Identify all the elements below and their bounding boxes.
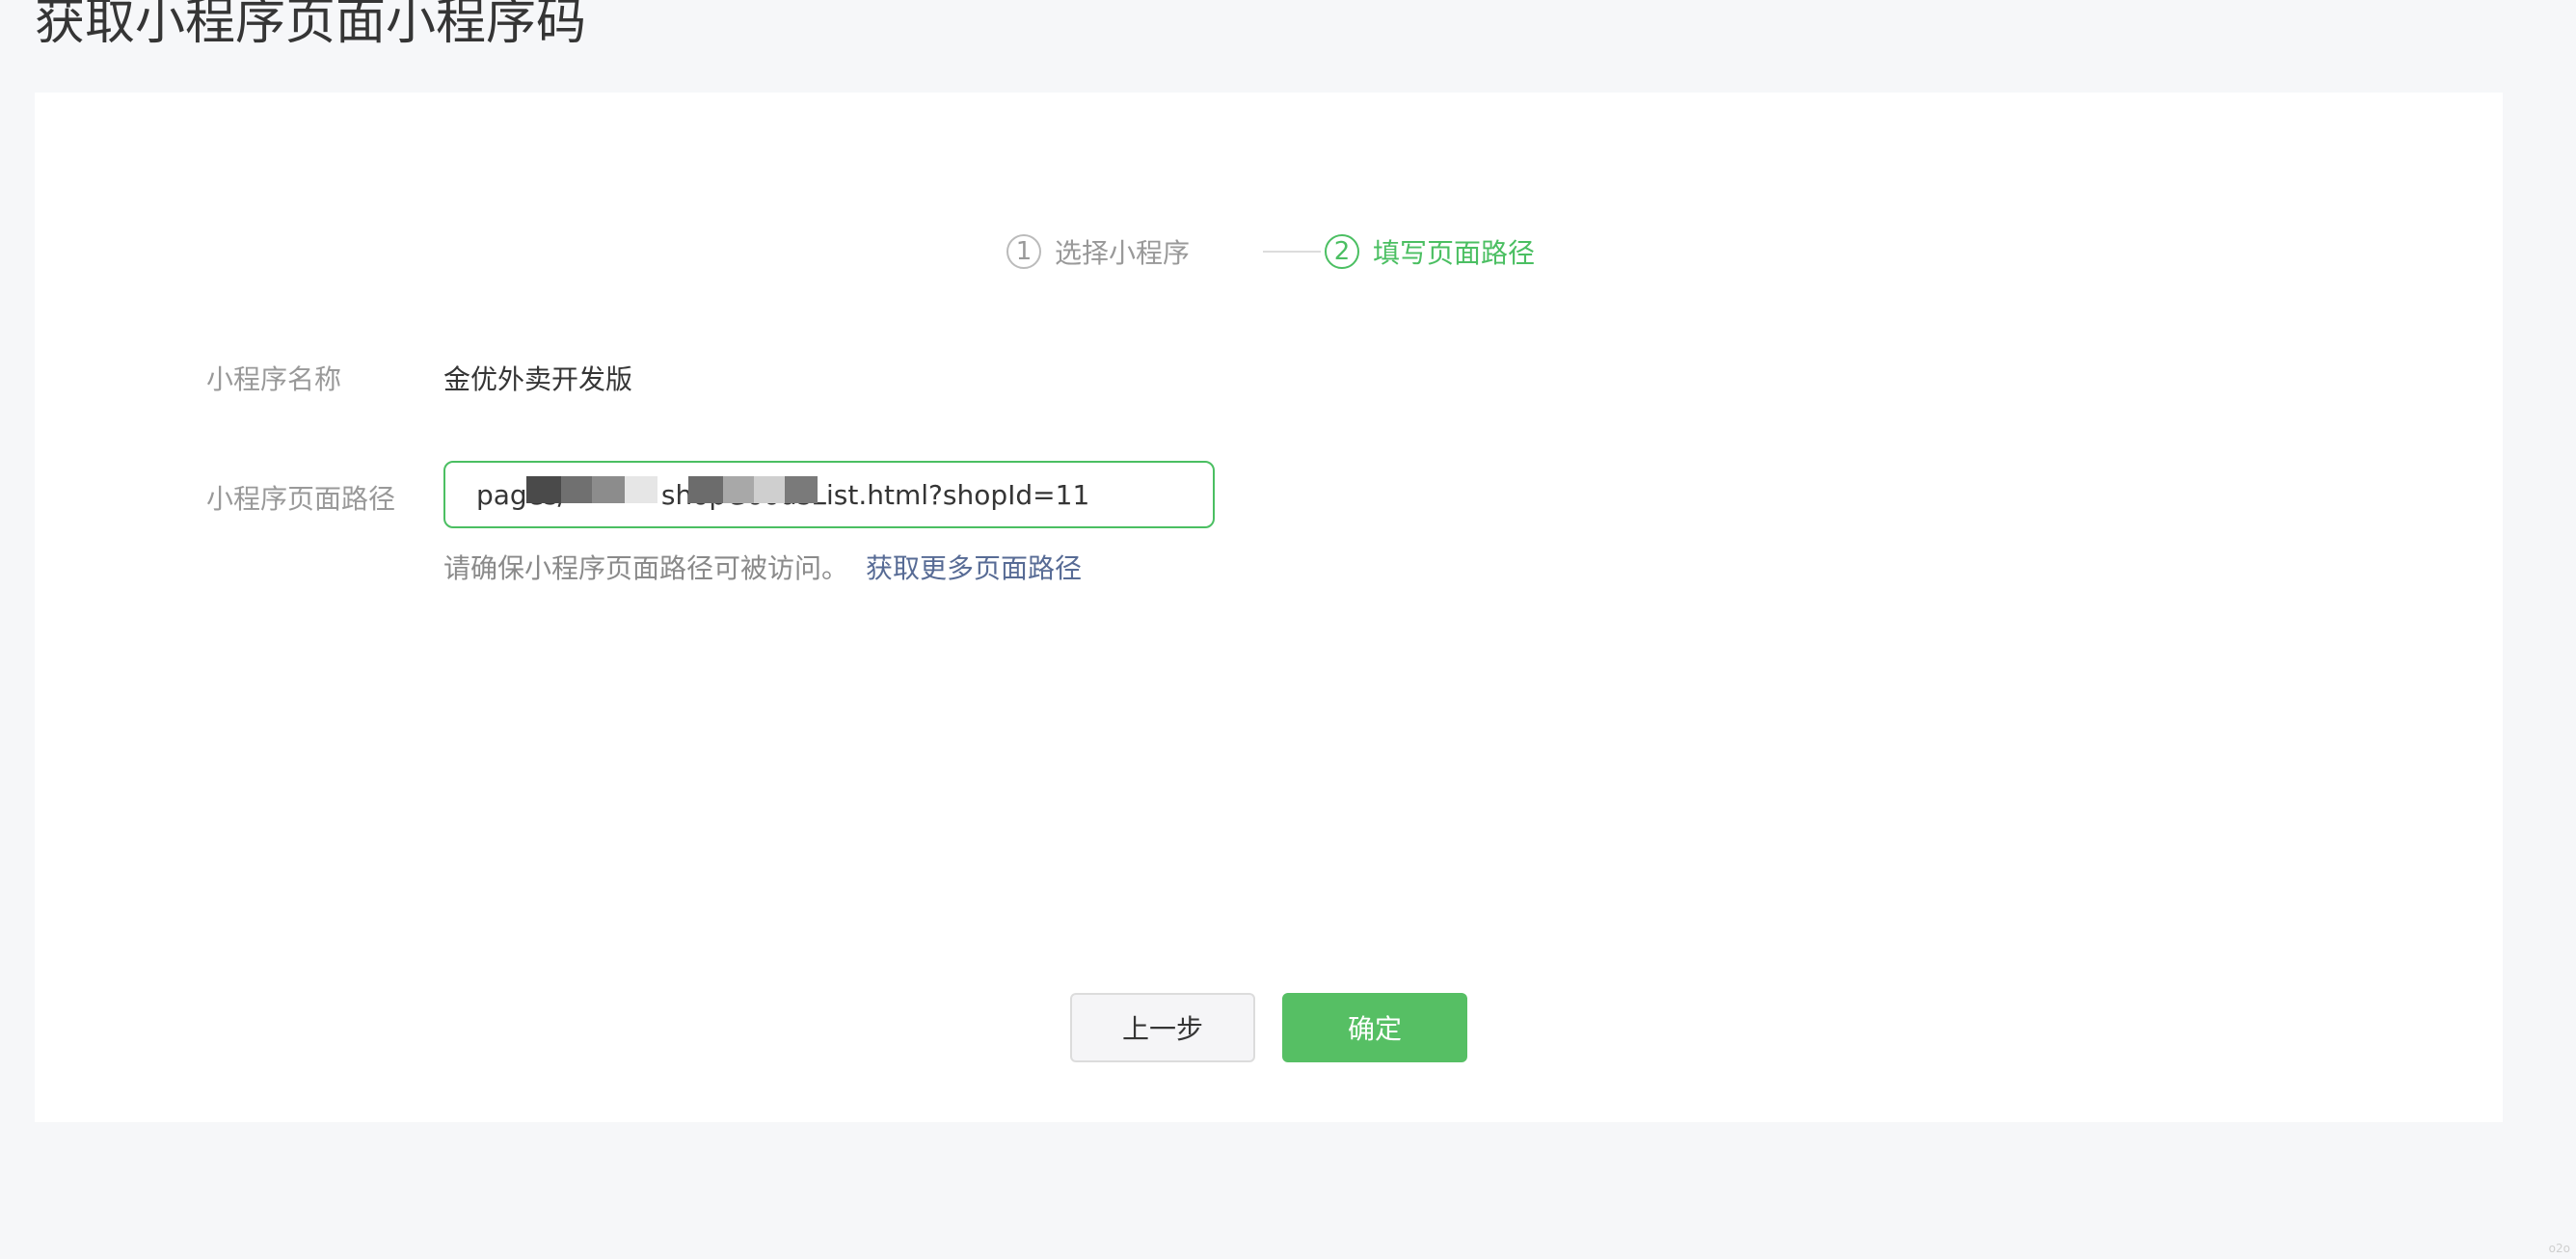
step-divider: [1263, 251, 1321, 253]
page-path-label: 小程序页面路径: [206, 483, 396, 515]
path-hint: 请确保小程序页面路径可被访问。 获取更多页面路径: [443, 548, 1082, 586]
step-number-1: 1: [1006, 234, 1041, 269]
step-fill-page-path: 2 填写页面路径: [1325, 231, 1535, 272]
step-label-1: 选择小程序: [1055, 237, 1191, 269]
page-title: 获取小程序页面小程序码: [35, 0, 587, 51]
step-label-2: 填写页面路径: [1373, 237, 1536, 269]
watermark: o2o: [2548, 1242, 2570, 1255]
miniprogram-name-label: 小程序名称: [206, 363, 342, 395]
more-page-paths-link[interactable]: 获取更多页面路径: [866, 552, 1082, 584]
main-card: 1 选择小程序 2 填写页面路径 小程序名称 金优外卖开发版 小程序页面路径: [35, 93, 2503, 1122]
miniprogram-name-value: 金优外卖开发版: [443, 363, 633, 395]
step-number-2: 2: [1325, 234, 1359, 269]
step-select-miniprogram: 1 选择小程序: [1006, 231, 1190, 272]
path-hint-text: 请确保小程序页面路径可被访问。: [443, 552, 849, 584]
confirm-button[interactable]: 确定: [1282, 993, 1467, 1062]
previous-step-button[interactable]: 上一步: [1070, 993, 1255, 1062]
page-path-input[interactable]: [443, 461, 1215, 528]
step-indicator: 1 选择小程序 2 填写页面路径: [35, 231, 2503, 272]
